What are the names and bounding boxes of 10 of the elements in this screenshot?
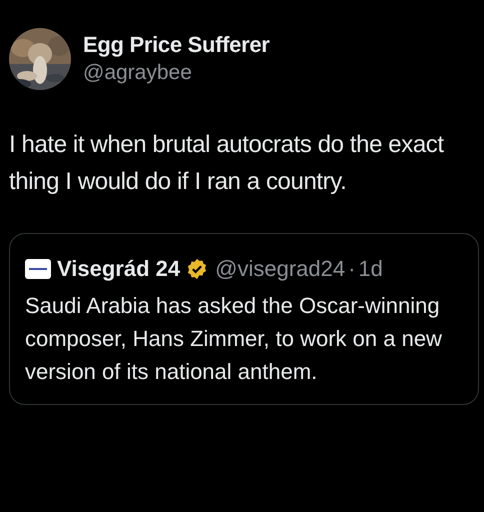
quote-card[interactable]: Visegrád 24 @visegrad24·1d Saudi Arabia has asked the Oscar-winning composer, Hans Zimmer, to work on a new version of its national anthem. [9, 233, 479, 405]
author-handle[interactable]: @agraybee [83, 59, 270, 87]
quote-author-handle[interactable]: @visegrad24 [215, 252, 346, 285]
quote-time[interactable]: 1d [358, 252, 383, 285]
separator: · [348, 255, 356, 283]
quote-author-name[interactable]: Visegrád 24 [57, 252, 180, 285]
tweet-text: I hate it when brutal autocrats do the exact thing I would do if I ran a country. [9, 130, 445, 197]
quote-text: Saudi Arabia has asked the Oscar-winning composer, Hans Zimmer, to work on a new version of its national anthem. [25, 292, 443, 386]
author-name[interactable]: Egg Price Sufferer [83, 31, 270, 59]
logo-icon [25, 258, 51, 278]
